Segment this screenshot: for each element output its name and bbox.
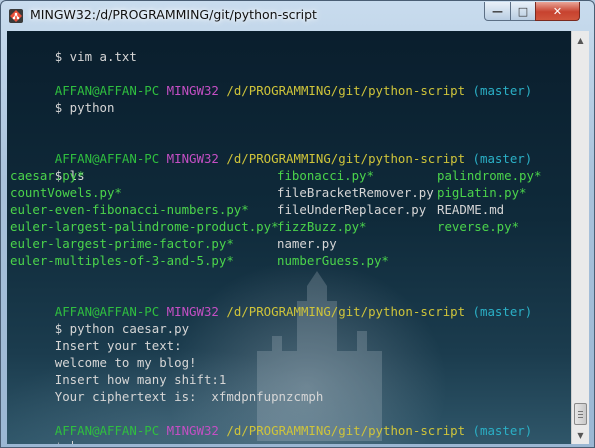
terminal-output: welcome to my blog! — [10, 337, 197, 370]
prompt-path: /d/PROGRAMMING/git/python-script — [226, 423, 466, 438]
minimize-button[interactable]: — — [484, 2, 511, 21]
minimize-icon: — — [492, 4, 503, 18]
file-entry: reverse.py* — [437, 219, 520, 234]
terminal-area[interactable]: $ vim a.txt AFFAN@AFFAN-PC MINGW32 /d/PR… — [7, 31, 571, 444]
prompt-branch: (master) — [472, 304, 533, 319]
terminal-output: Your ciphertext is: xfmdpnfupnzcmph — [10, 371, 324, 404]
git-bash-icon[interactable] — [8, 8, 24, 24]
prompt-symbol: $ — [55, 440, 70, 444]
maximize-icon: □ — [517, 4, 529, 18]
shell-prompt: AFFAN@AFFAN-PC MINGW32 /d/PROGRAMMING/gi… — [10, 133, 532, 166]
prompt-branch: (master) — [472, 83, 533, 98]
file-entry: fileBracketRemover.py — [277, 185, 434, 200]
file-entry: namer.py — [277, 236, 337, 251]
prompt-system: MINGW32 — [166, 423, 219, 438]
file-entry: euler-even-fibonacci-numbers.py* — [10, 202, 249, 217]
terminal-output: Insert how many shift:1 — [10, 354, 227, 387]
file-entry: euler-multiples-of-3-and-5.py* — [10, 253, 234, 268]
prompt-path: /d/PROGRAMMING/git/python-script — [226, 83, 466, 98]
file-entry: caesar.py* — [10, 168, 85, 183]
title-bar[interactable]: MINGW32:/d/PROGRAMMING/git/python-script… — [1, 1, 594, 31]
file-entry: pigLatin.py* — [437, 185, 527, 200]
prompt-system: MINGW32 — [166, 151, 219, 166]
file-entry: numberGuess.py* — [277, 253, 389, 268]
output-text: Your ciphertext is: xfmdpnfupnzcmph — [54, 389, 324, 404]
shell-prompt: AFFAN@AFFAN-PC MINGW32 /d/PROGRAMMING/gi… — [10, 65, 532, 98]
scroll-up-arrow-icon[interactable]: ▲ — [573, 32, 588, 48]
scrollbar-thumb[interactable] — [574, 403, 587, 425]
terminal-line: $ vim a.txt — [10, 31, 137, 64]
window-title: MINGW32:/d/PROGRAMMING/git/python-script — [30, 7, 317, 22]
shell-prompt: AFFAN@AFFAN-PC MINGW32 /d/PROGRAMMING/gi… — [10, 405, 532, 438]
prompt-path: /d/PROGRAMMING/git/python-script — [226, 151, 466, 166]
prompt-path: /d/PROGRAMMING/git/python-script — [226, 304, 466, 319]
terminal-window: MINGW32:/d/PROGRAMMING/git/python-script… — [0, 0, 595, 448]
close-icon: ✕ — [552, 4, 563, 18]
grip-line — [578, 411, 583, 412]
terminal-line: $ ls — [10, 150, 85, 183]
command-input-line[interactable]: $ — [10, 422, 73, 444]
close-button[interactable]: ✕ — [535, 2, 580, 21]
prompt-branch: (master) — [472, 423, 533, 438]
file-entry: euler-largest-palindrome-product.py* — [10, 219, 279, 234]
command-text: $ python — [54, 100, 115, 115]
grip-line — [578, 417, 583, 418]
vertical-scrollbar[interactable]: ▲ ▼ — [571, 31, 589, 444]
terminal-line: $ python caesar.py — [10, 303, 189, 336]
terminal-line: $ python — [10, 82, 115, 115]
file-entry: euler-largest-prime-factor.py* — [10, 236, 234, 251]
file-entry: README.md — [437, 202, 505, 217]
file-entry: palindrome.py* — [437, 168, 542, 183]
maximize-button[interactable]: □ — [510, 2, 536, 21]
file-entry: countVowels.py* — [10, 185, 122, 200]
scroll-down-arrow-icon[interactable]: ▼ — [573, 427, 588, 443]
shell-prompt: AFFAN@AFFAN-PC MINGW32 /d/PROGRAMMING/gi… — [10, 286, 532, 319]
file-entry: fizzBuzz.py* — [277, 219, 367, 234]
file-entry: fileUnderReplacer.py — [277, 202, 427, 217]
grip-line — [578, 414, 583, 415]
terminal-output: Insert your text: — [10, 320, 182, 353]
prompt-branch: (master) — [472, 151, 533, 166]
text-cursor — [71, 441, 73, 444]
prompt-system: MINGW32 — [166, 83, 219, 98]
file-entry: fibonacci.py* — [277, 168, 374, 183]
command-text: $ vim a.txt — [54, 49, 137, 64]
